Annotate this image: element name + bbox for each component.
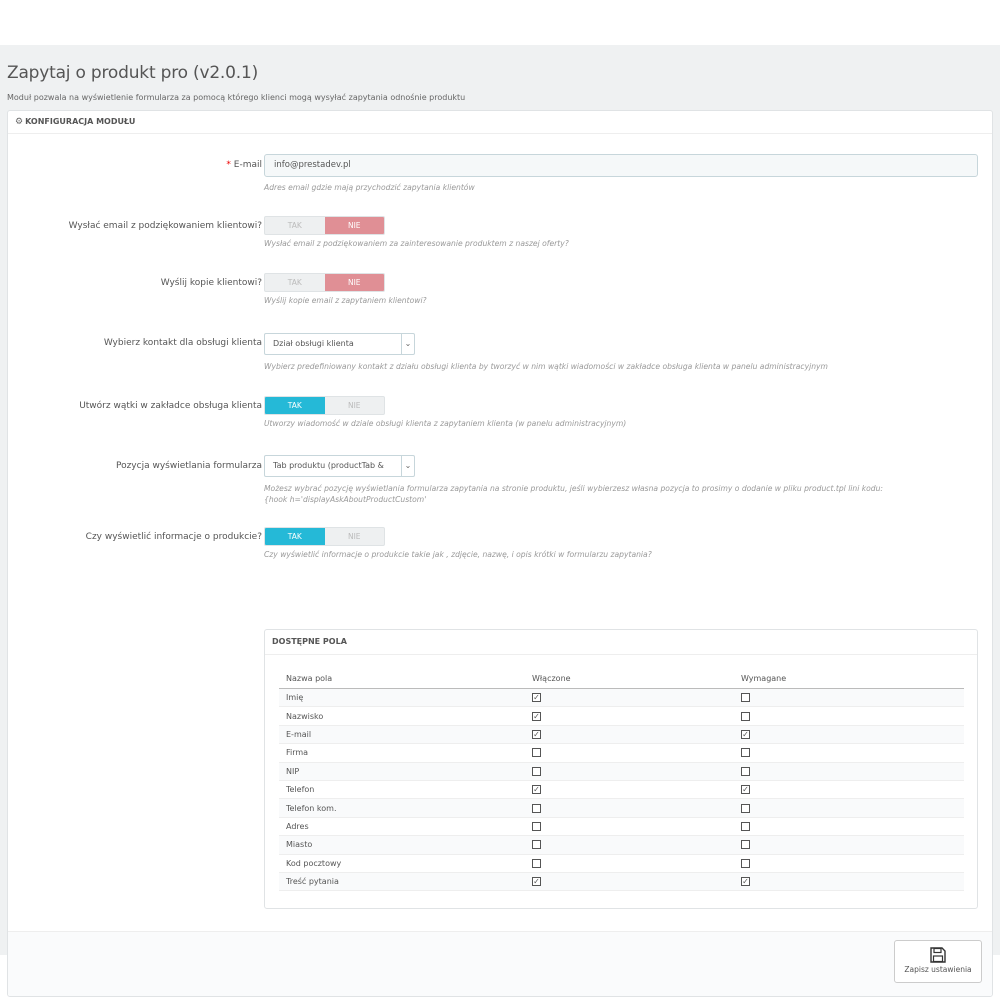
enabled-checkbox[interactable]: ✓ <box>532 785 541 795</box>
threads-label: Utwórz wątki w zakładce obsługa klienta <box>79 401 262 411</box>
required-checkbox[interactable] <box>741 803 750 813</box>
enabled-checkbox[interactable]: ✓ <box>532 693 541 703</box>
panel-footer: Zapisz ustawienia <box>8 931 992 996</box>
save-button-label: Zapisz ustawienia <box>904 965 972 974</box>
enabled-checkbox[interactable]: ✓ <box>532 877 541 887</box>
table-row: Nazwisko ✓ <box>279 706 964 726</box>
send-thanks-switch[interactable]: TAK NIE <box>264 216 385 235</box>
contact-select-value: Dział obsługi klienta <box>273 339 354 348</box>
switch-yes[interactable]: TAK <box>265 274 325 291</box>
threads-help: Utworzy wiadomość w dziale obsługi klien… <box>264 419 627 428</box>
available-fields-panel: DOSTĘPNE POLA Nazwa pola Włączone Wymaga… <box>264 629 978 909</box>
switch-yes[interactable]: TAK <box>265 217 325 234</box>
fields-table: Nazwa pola Włączone Wymagane Imię ✓ Nazwis… <box>279 668 964 892</box>
enabled-checkbox[interactable]: ✓ <box>532 711 541 721</box>
page-subtitle: Moduł pozwala na wyświetlenie formularza… <box>7 93 466 102</box>
enabled-checkbox[interactable] <box>532 821 541 831</box>
switch-no[interactable]: NIE <box>324 274 384 291</box>
panel-heading: ⚙ KONFIGURACJA MODUŁU <box>8 111 992 134</box>
field-name: Miasto <box>279 835 525 855</box>
required-checkbox[interactable] <box>741 748 750 758</box>
send-thanks-help: Wysłać email z podziękowaniem za zainter… <box>264 239 569 248</box>
table-row: Adres <box>279 817 964 837</box>
column-header: Wymagane <box>734 668 964 689</box>
product-info-switch[interactable]: TAK NIE <box>264 527 385 546</box>
enabled-checkbox[interactable] <box>532 803 541 813</box>
threads-switch[interactable]: TAK NIE <box>264 396 385 415</box>
enabled-checkbox[interactable] <box>532 858 541 868</box>
enabled-checkbox[interactable]: ✓ <box>532 729 541 739</box>
table-row: Telefon kom. <box>279 798 964 818</box>
required-checkbox[interactable] <box>741 693 750 703</box>
contact-help: Wybierz predefiniowany kontakt z działu … <box>264 362 828 371</box>
chevron-down-icon[interactable]: ⌄ <box>401 334 414 354</box>
enabled-checkbox[interactable] <box>532 840 541 850</box>
field-name: Telefon <box>279 780 525 800</box>
field-name: Firma <box>279 743 525 763</box>
required-checkbox[interactable]: ✓ <box>741 729 750 739</box>
required-checkbox[interactable] <box>741 840 750 850</box>
enabled-checkbox[interactable] <box>532 766 541 776</box>
table-row: Imię ✓ <box>279 688 964 708</box>
switch-yes[interactable]: TAK <box>265 397 325 414</box>
table-header-row: Nazwa pola Włączone Wymagane <box>279 668 964 689</box>
switch-yes[interactable]: TAK <box>265 528 325 545</box>
field-name: NIP <box>279 762 525 781</box>
email-label: * E-mail <box>226 160 262 170</box>
send-copy-help: Wyślij kopie email z zapytaniem klientow… <box>264 296 427 305</box>
switch-no[interactable]: NIE <box>325 397 385 414</box>
enabled-checkbox[interactable] <box>532 748 541 758</box>
required-checkbox[interactable] <box>741 766 750 776</box>
required-checkbox[interactable] <box>741 858 750 868</box>
product-info-label: Czy wyświetlić informacje o produkcie? <box>85 532 262 542</box>
switch-no[interactable]: NIE <box>324 217 384 234</box>
email-help: Adres email gdzie mają przychodzić zapyt… <box>264 183 475 192</box>
gears-icon: ⚙ <box>15 117 24 127</box>
field-name: Telefon kom. <box>279 798 525 818</box>
position-select[interactable]: Tab produktu (productTab & ⌄ <box>264 455 415 477</box>
table-row: Telefon ✓ ✓ <box>279 780 964 800</box>
field-name: Kod pocztowy <box>279 854 525 873</box>
page-title: Zapytaj o produkt pro (v2.0.1) <box>7 63 259 83</box>
required-checkbox[interactable] <box>741 821 750 831</box>
table-row: Miasto <box>279 835 964 855</box>
table-row: NIP <box>279 762 964 781</box>
panel-heading-label: KONFIGURACJA MODUŁU <box>25 117 136 126</box>
contact-select[interactable]: Dział obsługi klienta ⌄ <box>264 333 415 355</box>
column-header: Nazwa pola <box>279 668 525 689</box>
field-name: E-mail <box>279 725 525 745</box>
required-checkbox[interactable]: ✓ <box>741 877 750 887</box>
column-header: Włączone <box>525 668 734 689</box>
email-input[interactable]: info@prestadev.pl <box>264 154 978 177</box>
configuration-panel: ⚙ KONFIGURACJA MODUŁU * E-mail info@prest… <box>7 110 993 997</box>
field-name: Imię <box>279 688 525 708</box>
position-help: Możesz wybrać pozycję wyświetlania formu… <box>264 484 883 504</box>
product-info-help: Czy wyświetlić informacje o produkcie ta… <box>264 550 652 559</box>
position-label: Pozycja wyświetlania formularza <box>115 461 262 471</box>
send-copy-label: Wyślij kopie klientowi? <box>160 278 262 288</box>
required-checkbox[interactable] <box>741 711 750 721</box>
floppy-disk-icon <box>930 947 946 963</box>
field-name: Adres <box>279 817 525 837</box>
page-content: Zapytaj o produkt pro (v2.0.1) Moduł poz… <box>0 45 1000 997</box>
table-row: Firma <box>279 743 964 763</box>
field-name: Treść pytania <box>279 872 525 892</box>
table-row: Treść pytania ✓ ✓ <box>279 872 964 892</box>
chevron-down-icon[interactable]: ⌄ <box>401 456 414 476</box>
required-checkbox[interactable]: ✓ <box>741 785 750 795</box>
send-copy-switch[interactable]: TAK NIE <box>264 273 385 292</box>
table-row: E-mail ✓ ✓ <box>279 725 964 745</box>
contact-label: Wybierz kontakt dla obsługi klienta <box>103 338 262 348</box>
save-button[interactable]: Zapisz ustawienia <box>894 940 982 983</box>
field-name: Nazwisko <box>279 706 525 726</box>
switch-no[interactable]: NIE <box>325 528 385 545</box>
fields-heading: DOSTĘPNE POLA <box>265 630 977 655</box>
position-select-value: Tab produktu (productTab & <box>273 461 384 470</box>
required-mark: * <box>226 160 231 170</box>
table-row: Kod pocztowy <box>279 854 964 873</box>
send-thanks-label: Wysłać email z podziękowaniem klientowi? <box>68 221 262 231</box>
